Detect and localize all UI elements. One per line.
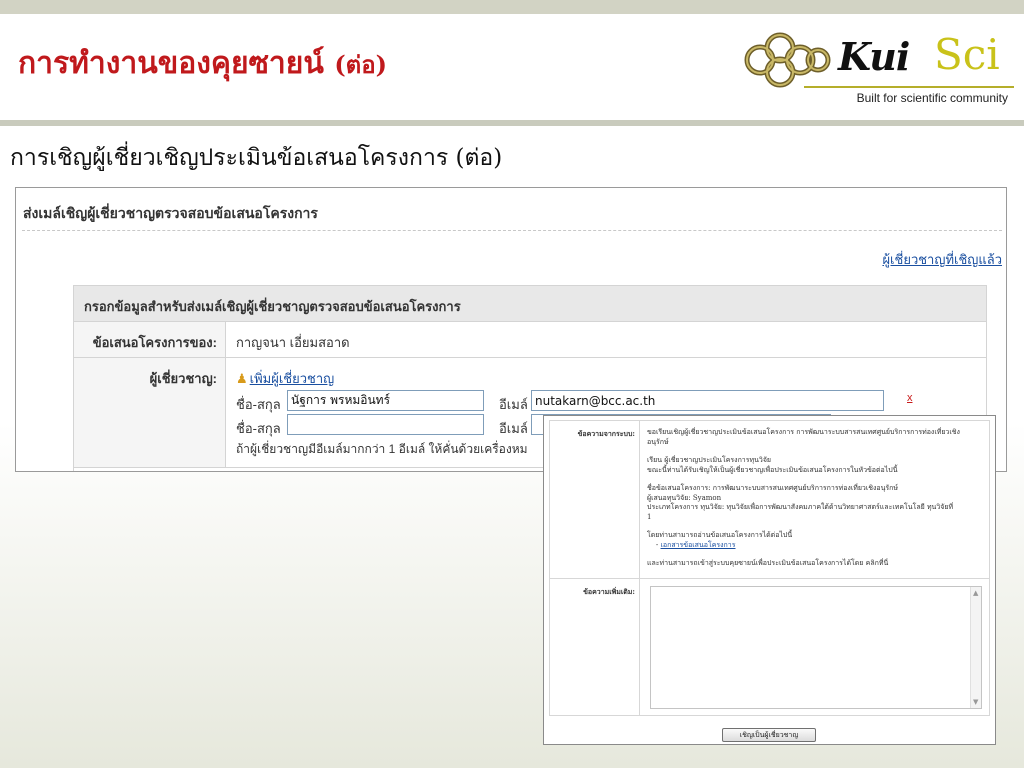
email-preview-table: ข้อความจากระบบ: ขอเรียนเชิญผู้เชี่ยวชาญป… [549, 420, 990, 716]
msg-line: ชื่อข้อเสนอโครงการ: การพัฒนาระบบสารสนเทศ… [647, 484, 899, 492]
remove-expert-link[interactable]: x [907, 392, 913, 404]
system-message-label: ข้อความจากระบบ: [550, 421, 640, 578]
owner-label: ข้อเสนอโครงการของ: [74, 322, 226, 357]
expert-email-input-1[interactable] [531, 390, 884, 411]
system-message-row: ข้อความจากระบบ: ขอเรียนเชิญผู้เชี่ยวชาญป… [550, 421, 989, 579]
header-divider [0, 120, 1024, 126]
name-label-2: ชื่อ-สกุล [236, 421, 281, 436]
msg-line: ขณะนี้ท่านได้รับเชิญให้เป็นผู้เชี่ยวชาญเ… [647, 465, 898, 474]
kuisci-logo: Kui Sci Built for scientific community [738, 22, 1018, 112]
multi-email-note: ถ้าผู้เชี่ยวชาญมีอีเมล์มากกว่า 1 อีเมล์ … [236, 442, 528, 456]
system-message-body: ขอเรียนเชิญผู้เชี่ยวชาญประเมินข้อเสนอโคร… [647, 428, 985, 569]
slide-subtitle: การเชิญผู้เชี่ยวเชิญประเมินข้อเสนอโครงกา… [10, 145, 503, 171]
msg-line: ผู้เสนอทุนวิจัย: Syamon [647, 493, 722, 502]
proposal-doc-link[interactable]: เอกสารข้อเสนอโครงการ [661, 541, 736, 549]
expert-name-input-1[interactable] [287, 390, 484, 411]
owner-row: ข้อเสนอโครงการของ: กาญจนา เอี่ยมสอาด [74, 322, 986, 358]
name-label-1: ชื่อ-สกุล [236, 397, 281, 412]
textarea-scrollbar[interactable]: ▲ ▼ [970, 587, 981, 708]
slide-top-strip [0, 0, 1024, 14]
expert-name-input-2[interactable] [287, 414, 484, 435]
logo-kui-text: Kui [838, 34, 910, 79]
msg-line: ประเภทโครงการ ทุนวิจัย: ทุนวิจัยเพื่อการ… [647, 503, 954, 511]
extra-message-textarea[interactable]: ▲ ▼ [650, 586, 982, 709]
experts-label: ผู้เชี่ยวชาญ: [74, 358, 226, 467]
slide-title-main: การทำงานของคุยซายน์ [18, 46, 324, 81]
add-expert-label: เพิ่มผู้เชี่ยวชาญ [249, 371, 335, 386]
logo-tagline: Built for scientific community [804, 86, 1014, 106]
invited-experts-link[interactable]: ผู้เชี่ยวชาญที่เชิญแล้ว [882, 249, 1002, 270]
scroll-down-icon[interactable]: ▼ [973, 698, 978, 706]
closing-line: และท่านสามารถเข้าสู่ระบบคุยซายน์เพื่อประ… [647, 559, 889, 567]
dashed-divider [22, 230, 1002, 231]
email-preview-panel: ข้อความจากระบบ: ขอเรียนเชิญผู้เชี่ยวชาญป… [543, 415, 996, 745]
form-header: กรอกข้อมูลสำหรับส่งเมล์เชิญผู้เชี่ยวชาญต… [74, 286, 986, 322]
logo-sci-text: Sci [934, 30, 1000, 79]
add-expert-link[interactable]: ♟ เพิ่มผู้เชี่ยวชาญ [236, 368, 334, 389]
email-label-2: อีเมล์ [499, 421, 528, 436]
add-person-icon: ♟ [236, 371, 248, 386]
panel-title: ส่งเมล์เชิญผู้เชี่ยวชาญตรวจสอบข้อเสนอโคร… [23, 205, 318, 221]
knot-logo-icon [744, 32, 831, 88]
msg-line: เรียน ผู้เชี่ยวชาญประเมินโครงการทุนวิจัย [647, 456, 772, 464]
msg-line: ขอเรียนเชิญผู้เชี่ยวชาญประเมินข้อเสนอโคร… [647, 428, 960, 436]
scroll-up-icon[interactable]: ▲ [973, 589, 978, 597]
msg-line: โดยท่านสามารถอ่านข้อเสนอโครงการได้ต่อไปน… [647, 531, 793, 539]
doc-link-line: - เอกสารข้อเสนอโครงการ [647, 540, 736, 549]
invite-expert-button[interactable]: เชิญเป็นผู้เชี่ยวชาญ [722, 728, 816, 742]
extra-message-label: ข้อความเพิ่มเติม: [550, 579, 640, 715]
slide-title: การทำงานของคุยซายน์ (ต่อ) [18, 40, 387, 87]
msg-line: อนุรักษ์ [647, 437, 669, 446]
owner-value: กาญจนา เอี่ยมสอาด [236, 335, 350, 350]
slide-title-suffix: (ต่อ) [334, 50, 388, 79]
extra-message-row: ข้อความเพิ่มเติม: ▲ ▼ [550, 579, 989, 715]
email-label-1: อีเมล์ [499, 397, 528, 412]
msg-line: 1 [647, 512, 652, 521]
